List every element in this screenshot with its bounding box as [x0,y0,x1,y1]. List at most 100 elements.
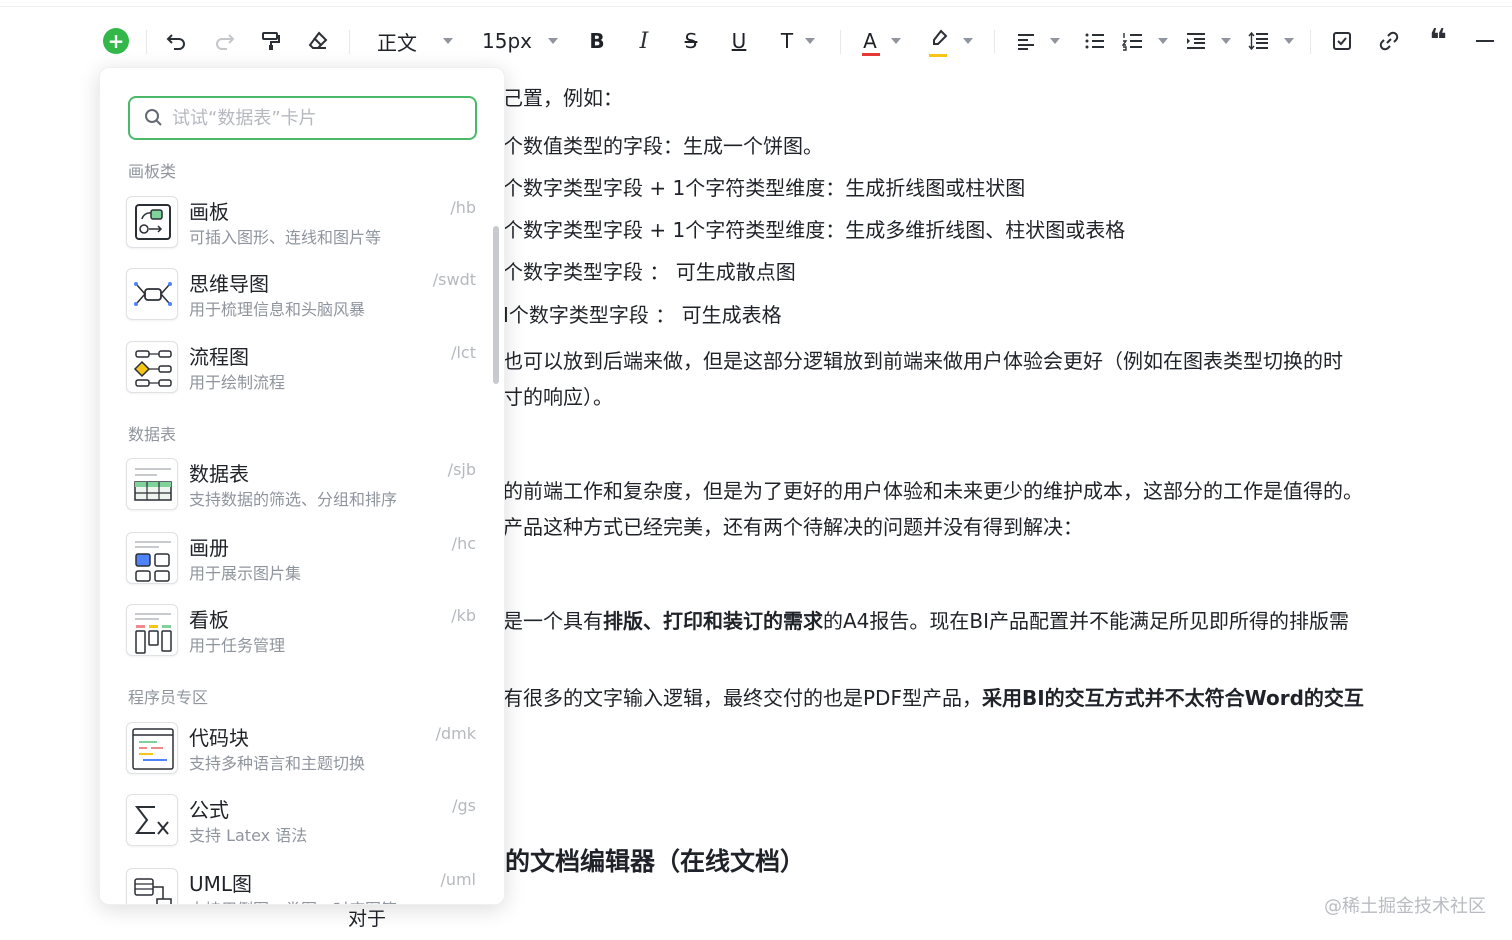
menu-item-title: 画册 [189,536,229,560]
link-button[interactable] [1375,24,1403,58]
doc-paragraph[interactable]: 个数字类型字段 + 1个字符类型维度：生成多维折线图、柱状图或表格 [503,214,1125,243]
menu-item-shortcut: /kb [451,606,476,625]
doc-paragraph[interactable]: 个数字类型字段 ： 可生成散点图 [503,256,796,285]
paragraph-style-value: 正文 [377,30,417,55]
menu-scrollbar[interactable] [493,226,499,384]
toolbar-divider [840,30,841,54]
menu-item-shortcut: /sjb [447,460,476,479]
menu-item-flowchart[interactable]: 流程图 用于绘制流程 /lct [126,337,480,399]
menu-item-datatable[interactable]: 数据表 支持数据的筛选、分组和排序 /sjb [126,454,480,516]
doc-paragraph[interactable]: 个数字类型字段 + 1个字符类型维度：生成折线图或柱状图 [503,172,1025,201]
doc-paragraph[interactable]: 也可以放到后端来做，但是这部分逻辑放到前端来做用户体验会更好（例如在图表类型切换… [503,345,1343,374]
numbered-list-icon [1122,33,1142,51]
indent-button[interactable] [1183,24,1233,58]
font-color-button[interactable]: A [858,24,906,58]
menu-item-title: UML图 [189,872,253,896]
checkbox-button[interactable] [1328,24,1356,58]
align-button[interactable] [1013,24,1063,58]
menu-item-codeblock[interactable]: 代码块 支持多种语言和主题切换 /dmk [126,718,480,780]
align-left-icon [1018,34,1034,50]
line-height-button[interactable] [1246,24,1296,58]
mindmap-icon [126,268,178,320]
underline-button[interactable]: U [725,24,753,58]
toolbar-divider [1310,30,1311,54]
menu-item-uml[interactable]: UML图 支持用例图、类图、时序图等 /uml [126,864,480,904]
bullet-list-button[interactable] [1081,24,1109,58]
strikethrough-button[interactable]: S [677,24,705,58]
menu-item-desc: 支持数据的筛选、分组和排序 [189,490,398,509]
menu-item-album[interactable]: 画册 用于展示图片集 /hc [126,528,480,590]
checkbox-icon [1333,32,1351,50]
highlighter-icon [929,29,949,57]
strikethrough-icon: S [684,29,698,53]
bold-button[interactable]: B [583,24,611,58]
font-size-select[interactable]: 15px [478,24,562,58]
undo-icon [166,34,185,50]
menu-item-mindmap[interactable]: 思维导图 用于梳理信息和头脑风暴 /swdt [126,264,480,326]
italic-button[interactable]: I [630,24,658,58]
editor-toolbar: + 正文 15px B I S U T A ❝ [0,14,1512,70]
link-icon [1379,31,1399,51]
doc-paragraph[interactable]: 己置，例如： [503,82,623,111]
search-box[interactable] [128,96,477,140]
font-color-bar [862,53,881,56]
quote-icon: ❝ [1429,23,1447,58]
chevron-down-icon [547,38,558,44]
menu-item-shortcut: /lct [451,343,476,362]
insert-block-menu: 画板类 画板 可插入图形、连线和图片等 /hb 思维导图 用于梳理信息和头脑风暴… [99,67,505,905]
doc-bold-text: 采用BI的交互方式并不太符合Word的交互 [981,686,1364,710]
chevron-down-icon [805,38,816,44]
search-input[interactable] [172,107,452,129]
horizontal-rule-icon [1476,40,1494,42]
undo-button[interactable] [162,24,192,58]
menu-item-title: 数据表 [189,462,249,486]
doc-heading[interactable]: 的文档编辑器（在线文档） [505,842,805,878]
menu-item-title: 流程图 [189,345,249,369]
bold-icon: B [589,29,605,53]
format-painter-button[interactable] [256,24,286,58]
menu-item-title: 画板 [189,200,229,224]
doc-paragraph[interactable]: 有很多的文字输入逻辑，最终交付的也是PDF型产品，采用BI的交互方式并不太符合W… [503,682,1364,711]
chevron-down-icon [963,38,973,44]
doc-paragraph[interactable]: 寸的响应）。 [503,381,613,410]
plus-icon: + [103,28,129,54]
quote-button[interactable]: ❝ [1424,24,1452,58]
section-title: 画板类 [128,162,177,181]
doc-paragraph[interactable]: 对于 [348,904,386,931]
menu-item-shortcut: /hc [451,534,476,553]
menu-item-title: 思维导图 [189,272,269,296]
clear-format-button[interactable]: T [772,24,824,58]
chevron-down-icon [890,38,901,44]
redo-button[interactable] [209,24,239,58]
eraser-button[interactable] [303,24,333,58]
doc-paragraph[interactable]: I个数字类型字段 ： 可生成表格 [503,299,782,328]
highlighter-glyph [933,29,948,45]
numbered-list-button[interactable] [1120,24,1170,58]
menu-item-formula[interactable]: 公式 支持 Latex 语法 /gs [126,790,480,852]
menu-item-desc: 用于梳理信息和头脑风暴 [189,300,366,319]
uml-icon [126,868,178,904]
highlight-button[interactable] [926,24,976,58]
font-size-value: 15px [482,29,532,53]
menu-item-desc: 用于展示图片集 [189,564,302,583]
chevron-down-icon [1221,38,1231,44]
menu-item-shortcut: /gs [452,796,476,815]
divider-button[interactable] [1472,24,1498,58]
doc-text: 是一个具有 [503,609,603,633]
menu-item-kanban[interactable]: 看板 用于任务管理 /kb [126,600,480,662]
insert-button[interactable]: + [101,24,131,58]
top-divider [0,6,1512,7]
doc-paragraph[interactable]: 个数值类型的字段：生成一个饼图。 [503,130,823,159]
paint-brush-icon [262,32,280,50]
doc-paragraph[interactable]: 的前端工作和复杂度，但是为了更好的用户体验和未来更少的维护成本，这部分的工作是值… [503,475,1363,504]
section-title: 数据表 [128,425,177,444]
paragraph-style-select[interactable]: 正文 [370,24,460,58]
menu-item-whiteboard[interactable]: 画板 可插入图形、连线和图片等 /hb [126,192,480,254]
italic-icon: I [639,28,649,54]
codeblock-icon [126,722,178,774]
menu-item-desc: 用于任务管理 [189,636,286,655]
doc-paragraph[interactable]: 是一个具有排版、打印和装订的需求的A4报告。现在BI产品配置并不能满足所见即所得… [503,605,1349,634]
underline-icon: U [731,29,747,53]
menu-item-desc: 支持多种语言和主题切换 [189,754,366,773]
doc-paragraph[interactable]: 产品这种方式已经完美，还有两个待解决的问题并没有得到解决： [503,511,1083,540]
